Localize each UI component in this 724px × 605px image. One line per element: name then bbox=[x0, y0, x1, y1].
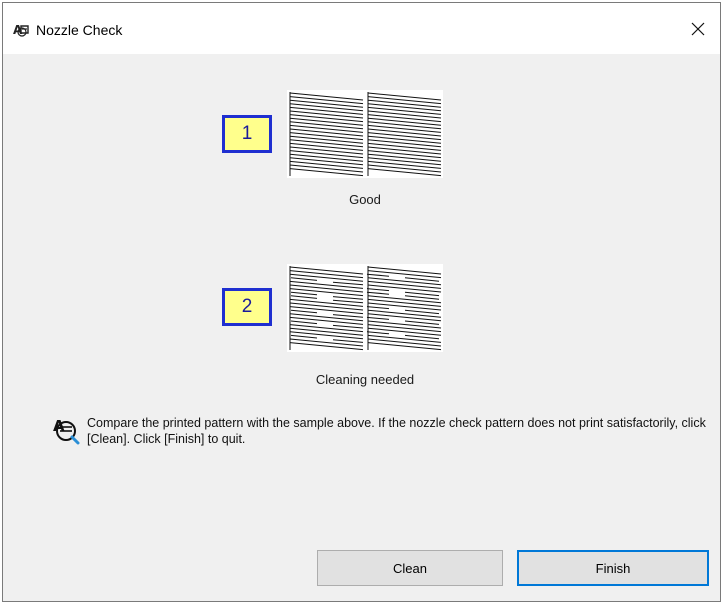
instruction-message: Compare the printed pattern with the sam… bbox=[87, 416, 706, 446]
title-bar: A Nozzle Check bbox=[3, 3, 720, 54]
sample-1-caption: Good bbox=[349, 192, 381, 207]
sample-2-caption: Cleaning needed bbox=[315, 372, 415, 387]
close-icon bbox=[691, 22, 705, 35]
finish-button[interactable]: Finish bbox=[517, 550, 709, 586]
sample-1-number: 1 bbox=[241, 123, 253, 144]
magnifier-print-icon: A bbox=[53, 417, 80, 445]
sample-1-callout: 1 bbox=[222, 115, 272, 153]
window-title: Nozzle Check bbox=[36, 22, 123, 38]
sample-2-callout: 2 bbox=[222, 288, 272, 326]
sample-2-number: 2 bbox=[241, 296, 253, 317]
sample-2-pattern bbox=[287, 264, 443, 352]
close-button[interactable] bbox=[676, 3, 720, 54]
sample-1-pattern bbox=[287, 90, 443, 178]
clean-button[interactable]: Clean bbox=[317, 550, 503, 586]
nozzle-check-dialog: A Nozzle Check 1 Good 2 Cleaning needed … bbox=[2, 2, 721, 602]
printer-utility-icon: A bbox=[13, 23, 29, 37]
